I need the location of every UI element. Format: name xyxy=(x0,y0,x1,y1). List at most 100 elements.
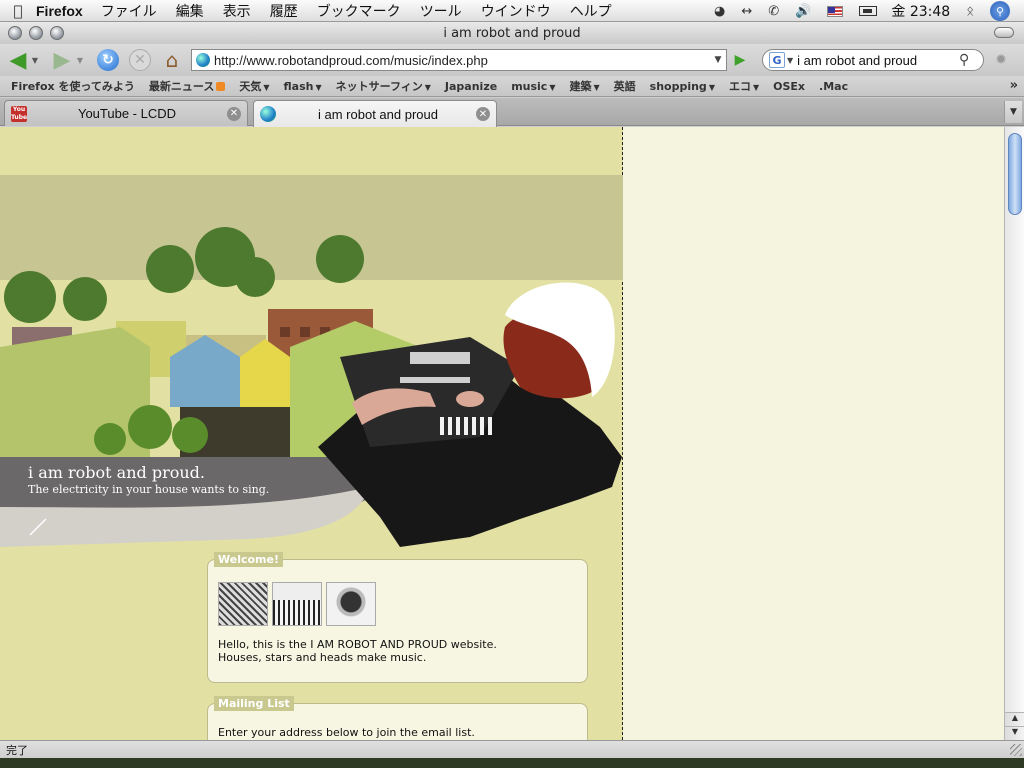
chevron-down-icon: ▼ xyxy=(549,82,556,92)
welcome-line-1: Hello, this is the I AM ROBOT AND PROUD … xyxy=(218,638,497,651)
hero-title: i am robot and proud. xyxy=(28,463,205,482)
scroll-down-arrow-icon[interactable]: ▼ xyxy=(1005,726,1024,740)
tab-i-am-robot-and-proud[interactable]: i am robot and proud ✕ xyxy=(253,100,497,127)
menu-file[interactable]: ファイル xyxy=(101,1,157,21)
thumbnail-cables[interactable] xyxy=(218,582,268,626)
bookmark-flash[interactable]: flash ▼ xyxy=(284,80,322,93)
back-button[interactable]: ◀ xyxy=(6,48,30,73)
bookmarks-overflow-icon[interactable]: » xyxy=(1010,78,1018,93)
url-history-dropdown[interactable]: ▼ xyxy=(710,55,726,65)
phone-icon[interactable]: ✆ xyxy=(768,4,779,19)
house-roof-left xyxy=(0,327,150,457)
status-bar: 完了 xyxy=(0,740,1024,758)
tab-title: YouTube - LCDD xyxy=(77,106,177,121)
menubar-clock[interactable]: 金 23:48 xyxy=(891,1,950,21)
home-button[interactable]: ⌂ xyxy=(160,48,184,72)
loading-throbber-icon: ✹ xyxy=(995,52,1007,68)
wifi-icon[interactable]: ◕ xyxy=(714,4,725,19)
url-bar[interactable]: http://www.robotandproud.com/music/index… xyxy=(191,49,727,71)
tab-title: i am robot and proud xyxy=(318,106,438,122)
search-input[interactable]: i am robot and proud xyxy=(797,53,959,68)
battery-icon[interactable] xyxy=(859,6,878,16)
bookmark-music[interactable]: music ▼ xyxy=(511,80,555,93)
close-window-button[interactable] xyxy=(8,26,22,40)
chevron-down-icon: ▼ xyxy=(424,83,431,92)
bookmark-japanize[interactable]: Japanize xyxy=(445,80,497,93)
bookmark-eco[interactable]: エコ ▼ xyxy=(729,78,759,94)
status-text: 完了 xyxy=(6,743,28,757)
tab-close-icon[interactable]: ✕ xyxy=(227,106,241,121)
thumbnail-keyboard[interactable] xyxy=(272,582,322,626)
page-left-column: i am robot and proud. The electricity in… xyxy=(0,127,623,740)
menu-window[interactable]: ウインドウ xyxy=(481,1,551,21)
bluetooth-icon[interactable]: ᛟ xyxy=(966,4,974,19)
scrollbar-thumb[interactable] xyxy=(1008,133,1022,215)
reload-icon: ↻ xyxy=(97,49,119,71)
page-viewport: i am robot and proud. The electricity in… xyxy=(0,127,1004,740)
search-icon[interactable]: ⚲ xyxy=(959,52,977,68)
hero-tagline: i am robot and proud. The electricity in… xyxy=(28,463,269,496)
reload-button[interactable]: ↻ xyxy=(96,48,120,72)
bookmarks-toolbar: Firefox を使ってみよう 最新ニュース 天気 ▼ flash ▼ ネットサーフ… xyxy=(0,76,1024,97)
go-button[interactable]: ▶ xyxy=(731,52,749,68)
apple-menu-icon[interactable]:  xyxy=(0,2,36,20)
stop-button[interactable]: ✕ xyxy=(128,48,152,72)
menu-bookmarks[interactable]: ブックマーク xyxy=(317,1,401,21)
tab-youtube-lcdd[interactable]: You Tube YouTube - LCDD ✕ xyxy=(4,100,248,126)
vertical-scrollbar[interactable]: ▲ ▼ xyxy=(1004,127,1024,740)
bookmark-english[interactable]: 英語 xyxy=(614,78,636,94)
menu-history[interactable]: 履歴 xyxy=(270,1,298,21)
google-engine-icon[interactable]: G xyxy=(769,52,785,68)
search-engine-dropdown[interactable]: ▼ xyxy=(787,56,793,65)
scroll-up-arrow-icon[interactable]: ▲ xyxy=(1005,712,1024,726)
globe-icon xyxy=(260,106,276,122)
bookmark-shopping[interactable]: shopping ▼ xyxy=(650,80,715,93)
menu-edit[interactable]: 編集 xyxy=(176,1,204,21)
trees xyxy=(4,227,364,323)
youtube-icon: You Tube xyxy=(11,105,28,122)
tab-close-icon[interactable]: ✕ xyxy=(476,107,490,121)
resize-grip-icon[interactable] xyxy=(1010,744,1022,756)
spotlight-search-icon[interactable]: ⚲ xyxy=(990,1,1010,21)
forward-button[interactable]: ▶ xyxy=(50,48,74,73)
volume-icon[interactable]: 🔊 xyxy=(795,4,811,19)
back-history-dropdown[interactable]: ▼ xyxy=(30,48,40,72)
menu-view[interactable]: 表示 xyxy=(223,1,251,21)
welcome-line-2: Houses, stars and heads make music. xyxy=(218,651,427,664)
menu-help[interactable]: ヘルプ xyxy=(570,1,612,21)
desktop-edge xyxy=(0,758,1024,768)
chevron-down-icon: ▼ xyxy=(708,82,715,92)
forward-history-dropdown[interactable]: ▼ xyxy=(75,48,85,72)
thumbnail-portrait[interactable] xyxy=(326,582,376,626)
search-bar[interactable]: G ▼ i am robot and proud ⚲ xyxy=(762,49,984,71)
us-flag-icon[interactable] xyxy=(827,5,844,17)
site-identity-icon[interactable] xyxy=(196,53,210,67)
url-input[interactable]: http://www.robotandproud.com/music/index… xyxy=(214,53,710,68)
menu-app-firefox[interactable]: Firefox xyxy=(36,3,83,19)
menu-tools[interactable]: ツール xyxy=(420,1,462,21)
menubar:  Firefox ファイル 編集 表示 履歴 ブックマーク ツール ウインドウ… xyxy=(0,0,1024,22)
hero-subtitle: The electricity in your house wants to s… xyxy=(28,483,270,496)
bookmark-weather[interactable]: 天気 ▼ xyxy=(239,78,269,94)
welcome-heading: Welcome! xyxy=(214,552,283,567)
chevron-down-icon: ▼ xyxy=(752,83,760,92)
bookmark-latest-news[interactable]: 最新ニュース xyxy=(149,78,226,94)
zoom-window-button[interactable] xyxy=(50,26,64,40)
tab-list-dropdown[interactable]: ▼ xyxy=(1004,101,1022,123)
window-title: i am robot and proud xyxy=(443,25,581,41)
bookmark-osex[interactable]: OSEx xyxy=(773,80,805,93)
bookmark-getting-started[interactable]: Firefox を使ってみよう xyxy=(11,78,135,94)
toolbar-toggle-button[interactable] xyxy=(994,27,1014,38)
bookmark-dotmac[interactable]: .Mac xyxy=(819,80,848,93)
chevron-down-icon: ▼ xyxy=(263,83,270,92)
network-arrows-icon[interactable]: ↔ xyxy=(741,4,752,19)
welcome-box: Welcome! Hello, this is the I AM ROBOT A… xyxy=(207,552,588,683)
tab-strip: You Tube YouTube - LCDD ✕ i am robot and… xyxy=(0,98,1024,127)
bookmark-architecture[interactable]: 建築 ▼ xyxy=(569,78,599,94)
hand xyxy=(456,391,484,407)
minimize-window-button[interactable] xyxy=(29,26,43,40)
mailing-list-box: Mailing List Enter your address below to… xyxy=(207,696,588,740)
thumbnail-row xyxy=(218,582,376,626)
mailing-list-text: Enter your address below to join the ema… xyxy=(218,726,475,739)
bookmark-net-surfin[interactable]: ネットサーフィン ▼ xyxy=(336,78,431,94)
